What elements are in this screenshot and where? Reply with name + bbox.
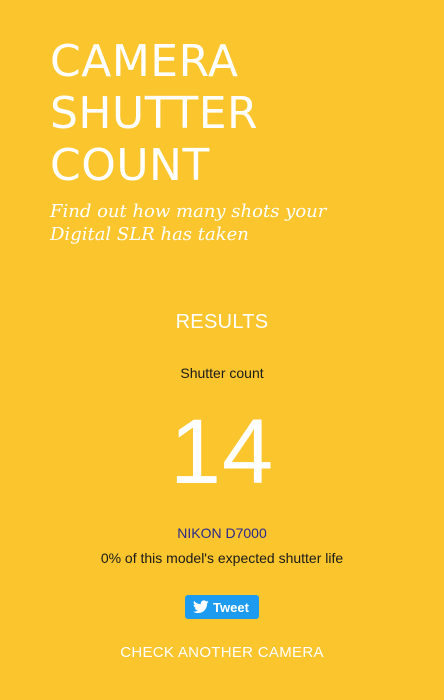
page-subtitle: Find out how many shots your Digital SLR… — [50, 201, 327, 245]
page-header: CAMERA SHUTTER COUNT Find out how many s… — [50, 36, 410, 246]
results-section: RESULTS Shutter count 14 NIKON D7000 0% … — [0, 308, 444, 663]
camera-model-link[interactable]: NIKON D7000 — [177, 524, 266, 542]
tweet-button[interactable]: Tweet — [185, 595, 259, 619]
page-title-line-3: COUNT — [50, 140, 210, 191]
page-title-line-2: SHUTTER — [50, 88, 259, 139]
page-title-line-1: CAMERA — [50, 36, 239, 87]
check-another-camera-link[interactable]: CHECK ANOTHER CAMERA — [120, 643, 324, 663]
twitter-bird-icon — [193, 600, 209, 614]
tweet-container: Tweet — [0, 595, 444, 619]
page-title: CAMERA SHUTTER COUNT — [50, 36, 410, 192]
results-heading: RESULTS — [175, 311, 269, 333]
tweet-button-label: Tweet — [213, 599, 249, 615]
shutter-life-text: 0% of this model's expected shutter life — [100, 550, 344, 566]
shutter-count-value: 14 — [169, 401, 275, 503]
shutter-count-label: Shutter count — [180, 365, 264, 381]
